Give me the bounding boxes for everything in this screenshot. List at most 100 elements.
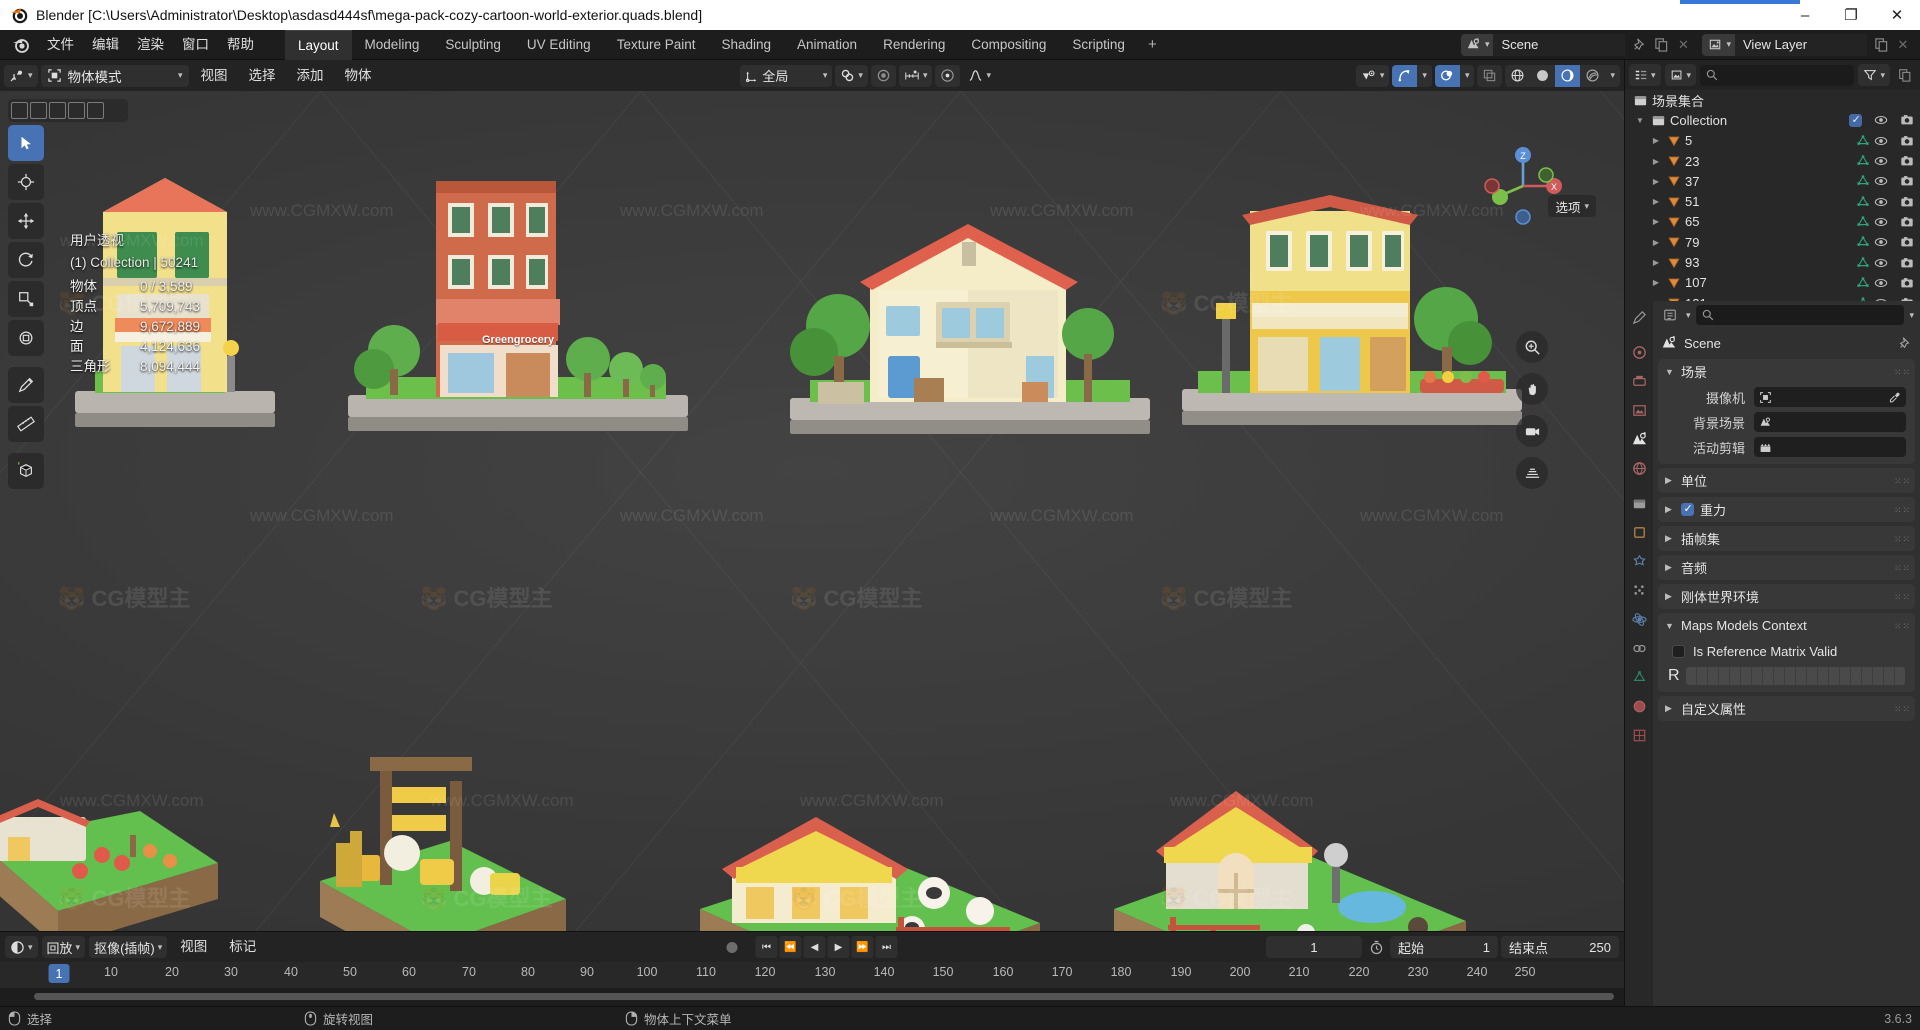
viewport-menu-select[interactable]: 选择 (240, 65, 285, 87)
maximize-button[interactable]: ❐ (1828, 0, 1874, 30)
tool-cursor[interactable] (8, 164, 44, 200)
gizmo-options-button[interactable]: ▾ (1417, 65, 1432, 87)
tab-scripting[interactable]: Scripting (1059, 30, 1138, 60)
view-layer-name-field[interactable]: View Layer (1735, 33, 1867, 56)
tab-animation[interactable]: Animation (784, 30, 870, 60)
scene-browse-button[interactable]: ▾ (1460, 33, 1494, 56)
viewport-options-button[interactable]: 选项 ▾ (1548, 195, 1596, 217)
visibility-selector[interactable]: ▾ (1355, 64, 1390, 87)
outliner-row-scene-collection[interactable]: 场景集合 (1625, 90, 1920, 110)
menu-file[interactable]: 文件 (38, 33, 83, 57)
visibility-eye-icon[interactable] (1874, 134, 1888, 148)
properties-options-chevron-icon[interactable]: ▾ (1909, 310, 1914, 321)
tab-texture[interactable] (1629, 725, 1649, 745)
interaction-mode-selector[interactable]: 物体模式 ▾ (40, 64, 189, 87)
move-view-button[interactable] (1516, 373, 1548, 405)
gravity-checkbox[interactable] (1681, 502, 1694, 516)
visibility-eye-icon[interactable] (1874, 174, 1888, 188)
render-camera-icon[interactable] (1900, 113, 1914, 127)
render-camera-icon[interactable] (1900, 296, 1914, 301)
toggle-ortho-perspective-button[interactable] (1516, 457, 1548, 489)
shading-options-button[interactable]: ▾ (1605, 65, 1620, 87)
3d-viewport[interactable]: Greengrocery 用户透视 (1) Collection | 50241… (0, 91, 1624, 931)
properties-editor-type-button[interactable] (1659, 304, 1681, 326)
outliner-row-object[interactable]: ▶ 37 (1625, 171, 1920, 191)
zoom-view-button[interactable] (1516, 331, 1548, 363)
viewport-menu-object[interactable]: 物体 (336, 65, 381, 87)
tab-physics[interactable] (1629, 609, 1649, 629)
disclosure-triangle-icon[interactable]: ▶ (1649, 197, 1663, 206)
shading-rendered-button[interactable] (1580, 65, 1605, 87)
timeline-editor-type-button[interactable]: ▾ (5, 936, 38, 958)
panel-scene-header[interactable]: ▼ 场景 ⁙⁙ (1658, 359, 1915, 384)
tool-tweak-select[interactable] (8, 125, 44, 161)
jump-to-end-button[interactable]: ⏭ (875, 936, 898, 958)
select-extend-icon[interactable] (30, 102, 47, 119)
outliner-filter-button[interactable]: ▾ (1858, 64, 1890, 86)
drag-handle-icon[interactable]: ⁙⁙ (1894, 367, 1910, 376)
outliner-search-input[interactable] (1700, 64, 1855, 86)
playback-menu[interactable]: 回放 ▾ (41, 936, 86, 958)
drag-handle-icon[interactable]: ⁙⁙ (1894, 563, 1910, 572)
panel-keying-sets-header[interactable]: ▶ 插帧集 ⁙⁙ (1658, 526, 1915, 551)
timeline-ruler[interactable]: 1 10 20 30 40 50 60 70 80 90 100 110 120… (0, 962, 1624, 988)
outliner-row-object[interactable]: ▶ 121 (1625, 293, 1920, 301)
properties-search-input[interactable] (1695, 305, 1905, 325)
drag-handle-icon[interactable]: ⁙⁙ (1894, 592, 1910, 601)
gizmo-toggle[interactable] (1392, 64, 1418, 87)
timeline-menu-marker[interactable]: 标记 (220, 936, 265, 958)
falloff-type-button[interactable]: ▾ (963, 65, 996, 87)
render-camera-icon[interactable] (1900, 276, 1914, 290)
tab-scene[interactable] (1629, 429, 1649, 449)
visibility-eye-icon[interactable] (1874, 256, 1888, 270)
tool-measure[interactable] (8, 406, 44, 442)
shading-wireframe-button[interactable] (1505, 65, 1530, 87)
render-camera-icon[interactable] (1900, 134, 1914, 148)
shading-material-preview-button[interactable] (1555, 64, 1581, 87)
new-view-layer-icon[interactable] (1870, 34, 1892, 56)
tool-scale[interactable] (8, 281, 44, 317)
drag-handle-icon[interactable]: ⁙⁙ (1894, 534, 1910, 543)
tab-tool[interactable] (1629, 307, 1649, 327)
visibility-eye-icon[interactable] (1874, 195, 1888, 209)
overlays-toggle[interactable] (1434, 64, 1460, 87)
tab-shading[interactable]: Shading (708, 30, 784, 60)
disclosure-triangle-icon[interactable]: ▶ (1649, 136, 1663, 145)
pin-id-icon[interactable] (1898, 336, 1912, 350)
new-scene-icon[interactable] (1650, 34, 1672, 56)
select-subtract-icon[interactable] (49, 102, 66, 119)
tab-collection[interactable] (1629, 493, 1649, 513)
tab-object-data[interactable] (1629, 667, 1649, 687)
render-camera-icon[interactable] (1900, 195, 1914, 209)
disclosure-triangle-icon[interactable]: ▼ (1633, 116, 1647, 125)
remove-view-layer-icon[interactable]: ✕ (1892, 34, 1914, 56)
pin-scene-icon[interactable] (1628, 34, 1650, 56)
panel-rigid-body-world-header[interactable]: ▶ 刚体世界环境 ⁙⁙ (1658, 584, 1915, 609)
xray-toggle[interactable] (1477, 64, 1503, 87)
play-reverse-button[interactable]: ◀ (803, 936, 826, 958)
transform-orientation-selector[interactable]: 全局 ▾ (740, 64, 833, 87)
view-layer-selector[interactable]: ▾ View Layer (1702, 33, 1867, 56)
disclosure-triangle-icon[interactable]: ▶ (1649, 278, 1663, 287)
menu-render[interactable]: 渲染 (128, 33, 173, 57)
play-button[interactable]: ▶ (827, 936, 850, 958)
tab-particles[interactable] (1629, 580, 1649, 600)
disclosure-triangle-icon[interactable]: ▶ (1649, 238, 1663, 247)
timeline-playhead[interactable]: 1 (48, 964, 70, 983)
tool-annotate[interactable] (8, 367, 44, 403)
editor-type-button[interactable]: ▾ (4, 64, 38, 87)
tab-object[interactable] (1629, 522, 1649, 542)
panel-gravity-header[interactable]: ▶ 重力 ⁙⁙ (1658, 497, 1915, 522)
outliner-row-object[interactable]: ▶ 65 (1625, 212, 1920, 232)
disclosure-triangle-icon[interactable]: ▶ (1649, 177, 1663, 186)
tab-layout[interactable]: Layout (285, 29, 352, 60)
tab-constraints[interactable] (1629, 638, 1649, 658)
tab-output[interactable] (1629, 371, 1649, 391)
tab-rendering[interactable]: Rendering (870, 30, 958, 60)
is-reference-matrix-valid-checkbox[interactable] (1672, 644, 1685, 658)
timeline-scrollbar[interactable] (34, 993, 1614, 1000)
panel-custom-properties-header[interactable]: ▶ 自定义属性 ⁙⁙ (1658, 696, 1915, 721)
scene-selector[interactable]: ▾ Scene (1460, 33, 1626, 56)
panel-audio-header[interactable]: ▶ 音频 ⁙⁙ (1658, 555, 1915, 580)
outliner-editor-type-button[interactable]: ▾ (1629, 64, 1661, 86)
